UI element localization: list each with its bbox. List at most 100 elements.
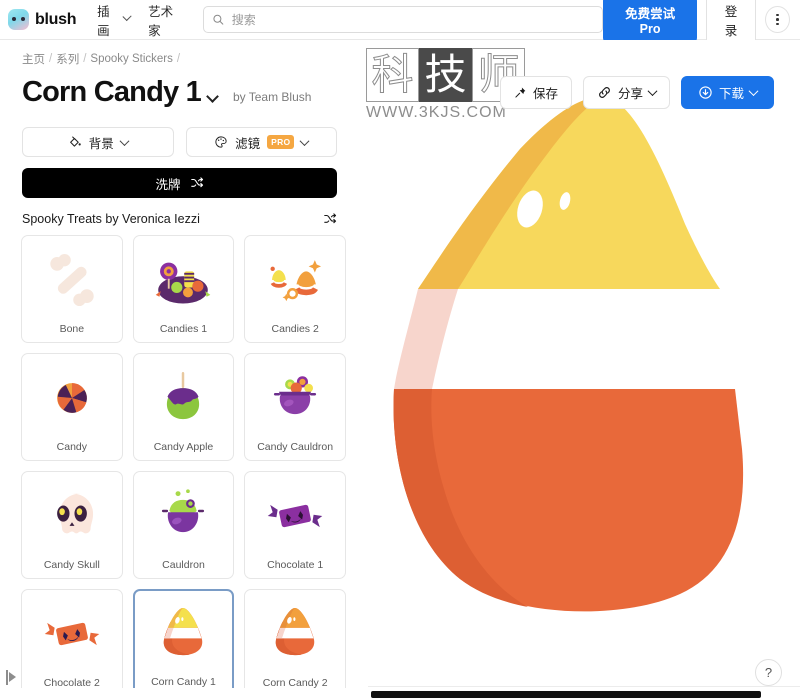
pro-badge: PRO	[267, 135, 295, 149]
help-button[interactable]: ?	[755, 659, 782, 686]
sticker-cell-candyapple[interactable]: Candy Apple	[132, 353, 235, 461]
sticker-cell-chocolate2[interactable]: Chocolate 2	[21, 589, 123, 688]
chocolate1-icon	[245, 472, 345, 559]
sticker-label: Chocolate 1	[267, 559, 324, 571]
save-button[interactable]: 保存	[500, 76, 573, 109]
illustration-canvas[interactable]	[360, 40, 800, 698]
nav-illustrations-label: 插画	[97, 4, 110, 38]
more-options-button[interactable]	[765, 6, 790, 33]
sticker-cell-corn2[interactable]: Corn Candy 2	[244, 589, 346, 688]
sticker-label: Chocolate 2	[43, 677, 100, 688]
sticker-cell-skull[interactable]: Candy Skull	[21, 471, 123, 579]
filter-label: 滤镜	[235, 136, 261, 151]
breadcrumb-separator: /	[83, 53, 87, 65]
page-title: Corn Candy 1	[22, 76, 202, 108]
chevron-down-icon	[748, 86, 759, 97]
sticker-label: Candies 1	[159, 323, 208, 335]
sticker-cell-chocolate1[interactable]: Chocolate 1	[244, 471, 346, 579]
share-button[interactable]: 分享	[583, 76, 671, 109]
chevron-down-icon	[122, 11, 132, 22]
title-chevron-down-icon[interactable]	[206, 90, 219, 103]
breadcrumb-item-collections[interactable]: 系列	[56, 51, 79, 67]
candy-icon	[22, 354, 122, 441]
search-box[interactable]	[203, 6, 604, 33]
sticker-cell-candies2[interactable]: Candies 2	[244, 235, 346, 343]
bone-icon	[22, 236, 122, 323]
breadcrumb-item-home[interactable]: 主页	[22, 51, 45, 67]
palette-icon	[215, 136, 227, 148]
expand-panel-icon[interactable]	[6, 668, 20, 686]
breadcrumb: 主页 / 系列 / Spooky Stickers /	[0, 40, 360, 67]
sticker-label: Candy Skull	[43, 559, 100, 571]
bottom-progress-track[interactable]	[371, 691, 761, 698]
left-panel: 主页 / 系列 / Spooky Stickers / Corn Candy 1…	[0, 40, 360, 698]
blush-mark-icon	[8, 9, 29, 30]
search-icon	[213, 14, 224, 25]
filter-button[interactable]: 滤镜 PRO	[185, 127, 337, 157]
bottom-bar	[368, 686, 800, 698]
nav-artists-label: 艺术家	[148, 4, 174, 38]
breadcrumb-separator: /	[176, 53, 181, 65]
sticker-label: Candy	[56, 441, 87, 453]
link-icon	[599, 87, 610, 98]
canvas-panel: 科 技 师 WWW.3KJS.COM ?	[360, 40, 800, 698]
title-row: Corn Candy 1 by Team Blush	[0, 67, 360, 109]
pack-title: Spooky Treats by Veronica Iezzi	[22, 212, 200, 226]
login-button[interactable]: 登录	[705, 0, 757, 46]
chevron-down-icon	[119, 135, 130, 146]
sticker-cell-candies1[interactable]: Candies 1	[132, 235, 235, 343]
breadcrumb-item-pack[interactable]: Spooky Stickers	[90, 53, 172, 65]
sticker-cell-bone[interactable]: Bone	[21, 235, 123, 343]
sticker-label: Bone	[59, 323, 85, 335]
shuffle-label: 洗牌	[155, 177, 181, 192]
shuffle-button[interactable]: 洗牌	[22, 168, 337, 198]
top-navigation-bar: blush 插画 艺术家 免费尝试 Pro 登录	[0, 0, 800, 46]
byline: by Team Blush	[232, 90, 312, 104]
nav-illustrations[interactable]: 插画	[90, 0, 137, 44]
skull-icon	[22, 472, 122, 559]
nav-links: 插画 艺术家	[90, 0, 189, 44]
search-input[interactable]	[231, 12, 595, 27]
collapse-bar	[6, 669, 8, 685]
nav-artists[interactable]: 艺术家	[141, 0, 189, 44]
download-label: 下载	[719, 87, 745, 101]
sticker-cell-cauldron[interactable]: Cauldron	[132, 471, 235, 579]
save-label: 保存	[533, 87, 559, 101]
cauldronfull-icon	[245, 354, 345, 441]
sticker-grid-scroll[interactable]: Bone Candies 1 Candies 2 Candy Candy Apple Ca…	[21, 235, 346, 688]
try-pro-button[interactable]: 免费尝试 Pro	[603, 0, 697, 43]
background-button[interactable]: 背景	[22, 127, 174, 157]
sticker-label: Candy Cauldron	[257, 441, 334, 453]
nav-right-group: 免费尝试 Pro 登录	[603, 0, 790, 46]
corn-candy-illustration	[393, 96, 744, 612]
sticker-label: Corn Candy 1	[151, 676, 216, 688]
brand-name: blush	[35, 10, 77, 28]
corn1-icon	[135, 591, 233, 676]
brand-logo[interactable]: blush	[8, 9, 76, 30]
shuffle-icon	[190, 177, 203, 188]
download-cloud-icon	[699, 86, 712, 99]
chevron-down-icon	[647, 86, 658, 97]
sticker-cell-candy[interactable]: Candy	[21, 353, 123, 461]
page-body: 主页 / 系列 / Spooky Stickers / Corn Candy 1…	[0, 40, 800, 698]
sticker-cell-corn1[interactable]: Corn Candy 1	[132, 589, 235, 688]
sticker-label: Corn Candy 2	[262, 677, 328, 688]
candies2-icon	[245, 236, 345, 323]
breadcrumb-separator: /	[49, 53, 53, 65]
kebab-dot-icon	[776, 22, 779, 26]
pack-header: Spooky Treats by Veronica Iezzi	[0, 198, 360, 226]
tool-row: 背景 滤镜 PRO	[0, 109, 360, 157]
download-button[interactable]: 下载	[681, 76, 775, 109]
candies1-icon	[134, 236, 234, 323]
sticker-label: Candy Apple	[153, 441, 214, 453]
candyapple-icon	[134, 354, 234, 441]
kebab-dot-icon	[776, 18, 779, 21]
action-bar: 保存 分享 下载	[500, 76, 788, 109]
share-label: 分享	[618, 87, 644, 101]
pack-shuffle-icon[interactable]	[323, 212, 337, 226]
pin-icon	[515, 87, 526, 98]
sticker-cell-cauldronfull[interactable]: Candy Cauldron	[244, 353, 346, 461]
collapse-triangle	[9, 672, 16, 682]
sticker-label: Candies 2	[271, 323, 319, 335]
cauldron-icon	[134, 472, 234, 559]
